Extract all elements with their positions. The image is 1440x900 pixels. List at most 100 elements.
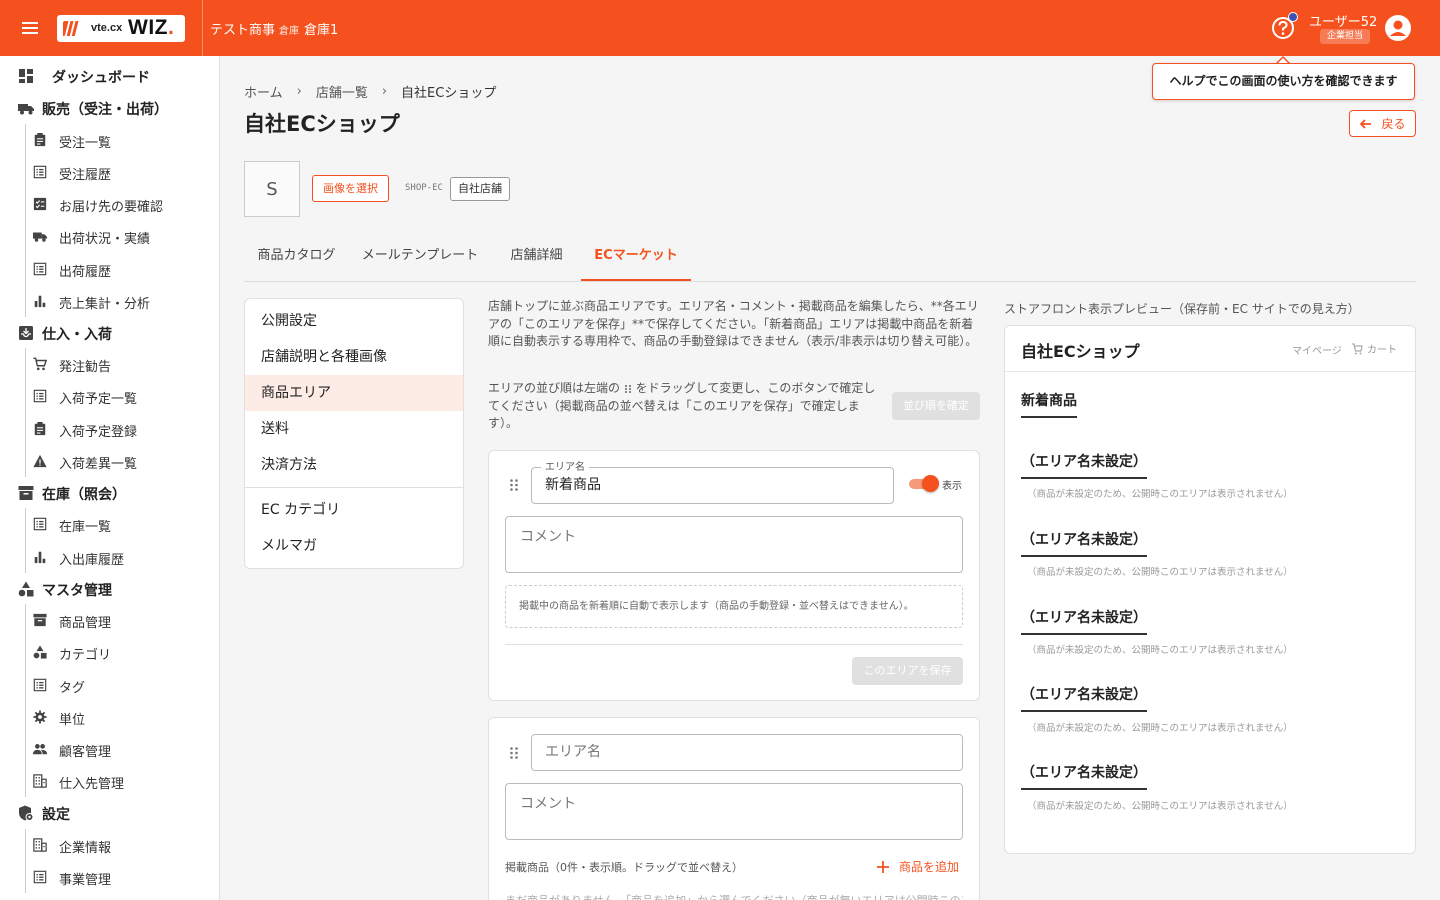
account-avatar-icon[interactable]: [1384, 14, 1412, 42]
sidebar-item[interactable]: 仕入・入荷: [0, 319, 219, 347]
sidebar-item[interactable]: カテゴリ: [0, 638, 219, 666]
sidebar-item[interactable]: 売上集計・分析: [0, 287, 219, 315]
breadcrumb-home[interactable]: ホーム: [244, 82, 283, 101]
logo-text-big: WIZ.: [128, 16, 175, 39]
preview-section-note: （商品が未設定のため、公開時このエリアは表示されません）: [1027, 489, 1293, 500]
sidebar-item-label: 入出庫履歴: [59, 553, 125, 568]
area-card-new-arrivals: 新着商品 エリア名 表示 コメント 掲載中の商品を新着順に自動で表示します（商品…: [488, 450, 980, 701]
sidebar-item[interactable]: 出荷状況・実績: [0, 222, 219, 250]
shop-code: SHOP-EC: [405, 183, 443, 193]
sidebar-item[interactable]: 受注履歴: [0, 158, 219, 186]
sidebar-item[interactable]: 出荷履歴: [0, 255, 219, 283]
area-name-input[interactable]: エリア名: [531, 734, 963, 771]
settings-menu: 公開設定 店舗説明と各種画像 商品エリア 送料 決済方法 EC カテゴリ メルマ…: [244, 298, 464, 569]
sidebar-item-label: 販売（受注・出荷）: [42, 102, 168, 118]
sidebar-item[interactable]: 販売（受注・出荷）: [0, 94, 219, 122]
sidebar-item[interactable]: 入荷差異一覧: [0, 447, 219, 475]
breadcrumb-shops[interactable]: 店舗一覧: [316, 82, 368, 101]
drag-handle-icon[interactable]: [509, 478, 519, 492]
user-name[interactable]: ユーザー52: [1309, 11, 1377, 30]
preview-section-title: （エリア名未設定）: [1021, 529, 1147, 557]
menu-icon[interactable]: [18, 16, 42, 40]
app-header: vte.cx WIZ. テスト商事 倉庫 倉庫1 ユーザー52 企業担当: [0, 0, 1440, 56]
logo-text-small: vte.cx: [91, 22, 123, 34]
sidebar-item[interactable]: 単位: [0, 703, 219, 731]
menu-item-ec-category[interactable]: EC カテゴリ: [245, 492, 463, 528]
preview-cart-link[interactable]: カート: [1351, 341, 1397, 356]
sidebar-item[interactable]: 受注一覧: [0, 126, 219, 154]
menu-item-payment[interactable]: 決済方法: [245, 447, 463, 483]
sidebar-item[interactable]: 在庫一覧: [0, 510, 219, 538]
preview-section-title: 新着商品: [1021, 390, 1077, 418]
tab-product-catalog[interactable]: 商品カタログ: [244, 237, 349, 281]
sidebar-item-label: 受注履歴: [59, 168, 112, 183]
select-image-button[interactable]: 画像を選択: [312, 175, 389, 202]
tab-shop-details[interactable]: 店舗詳細: [494, 237, 579, 281]
sidebar-item[interactable]: タグ: [0, 671, 219, 699]
toggle-knob: [922, 475, 939, 492]
preview-caption: ストアフロント表示プレビュー（保存前・EC サイトでの見え方）: [1004, 302, 1360, 316]
sidebar-item[interactable]: 入荷予定一覧: [0, 382, 219, 410]
menu-item-product-area[interactable]: 商品エリア: [245, 375, 463, 411]
preview-section-title: （エリア名未設定）: [1021, 762, 1147, 790]
sidebar-item[interactable]: 発注勧告: [0, 350, 219, 378]
list-icon: [33, 165, 47, 179]
sidebar-item[interactable]: 商品管理: [0, 606, 219, 634]
warehouse-name[interactable]: 倉庫1: [304, 19, 338, 38]
archive-icon: [18, 485, 34, 501]
menu-item-newsletter[interactable]: メルマガ: [245, 528, 463, 564]
sidebar-item[interactable]: 仕入先管理: [0, 767, 219, 795]
sidebar-item[interactable]: 企業情報: [0, 831, 219, 859]
visibility-toggle[interactable]: [909, 475, 939, 492]
sidebar-item[interactable]: 入出庫履歴: [0, 543, 219, 571]
people-icon: [33, 742, 47, 756]
preview-section-note: （商品が未設定のため、公開時このエリアは表示されません）: [1027, 723, 1293, 734]
sidebar-item[interactable]: ダッシュボード: [0, 62, 219, 90]
sidebar-item[interactable]: マスタ管理: [0, 575, 219, 603]
page-title: 自社ECショップ: [244, 112, 400, 136]
user-role-badge: 企業担当: [1320, 29, 1370, 44]
sidebar-item-label: 仕入・入荷: [42, 327, 112, 343]
storefront-preview: 自社ECショップ マイページ カート 新着商品 （エリア名未設定） （商品が未設…: [1004, 325, 1416, 854]
sidebar-item[interactable]: 入荷予定登録: [0, 415, 219, 443]
add-product-button[interactable]: 商品を追加: [877, 858, 959, 875]
preview-section-note: （商品が未設定のため、公開時このエリアは表示されません）: [1027, 801, 1293, 812]
sidebar-item[interactable]: 設定: [0, 799, 219, 827]
sidebar-item[interactable]: お届け先の要確認: [0, 190, 219, 218]
area-comment-input[interactable]: コメント: [505, 783, 963, 840]
sidebar-item-label: タグ: [59, 681, 86, 696]
sidebar-item[interactable]: 在庫（照会）: [0, 479, 219, 507]
sidebar-item-label: 入荷予定登録: [59, 425, 138, 440]
dashboard-icon: [18, 68, 34, 84]
sidebar-item[interactable]: 事業管理: [0, 863, 219, 891]
tab-mail-template[interactable]: メールテンプレート: [354, 237, 486, 281]
preview-shop-name: 自社ECショップ: [1021, 342, 1140, 361]
archive-icon: [33, 613, 47, 627]
preview-mypage-link[interactable]: マイページ: [1292, 342, 1342, 357]
visibility-toggle-label: 表示: [942, 481, 962, 492]
building-icon: [33, 774, 47, 788]
area-comment-input[interactable]: コメント: [505, 516, 963, 573]
checklist-icon: [33, 197, 47, 211]
menu-item-shop-description[interactable]: 店舗説明と各種画像: [245, 339, 463, 375]
save-area-button[interactable]: このエリアを保存: [852, 657, 963, 685]
settings-shield-icon: [18, 805, 34, 821]
menu-item-publish-settings[interactable]: 公開設定: [245, 303, 463, 339]
cart-icon: [1352, 342, 1363, 354]
drag-handle-icon[interactable]: [509, 746, 519, 760]
auto-display-note: 掲載中の商品を新着順に自動で表示します（商品の手動登録・並べ替えはできません）。: [505, 585, 963, 628]
breadcrumb-separator: ›: [381, 84, 388, 99]
confirm-order-button[interactable]: 並び順を確定: [892, 392, 980, 420]
tab-ec-market[interactable]: ECマーケット: [581, 237, 691, 281]
preview-section-title: （エリア名未設定）: [1021, 451, 1147, 479]
bar-chart-icon: [33, 550, 47, 564]
sidebar-item[interactable]: 顧客管理: [0, 735, 219, 763]
sidebar-item-label: マスタ管理: [42, 583, 112, 599]
warning-icon: [33, 454, 47, 468]
shop-image-placeholder: S: [244, 161, 300, 217]
menu-item-shipping[interactable]: 送料: [245, 411, 463, 447]
list-icon: [33, 870, 47, 884]
sidebar-item-label: ダッシュボード: [52, 70, 150, 86]
back-button[interactable]: 戻る: [1349, 110, 1416, 137]
app-logo[interactable]: vte.cx WIZ.: [57, 15, 185, 42]
